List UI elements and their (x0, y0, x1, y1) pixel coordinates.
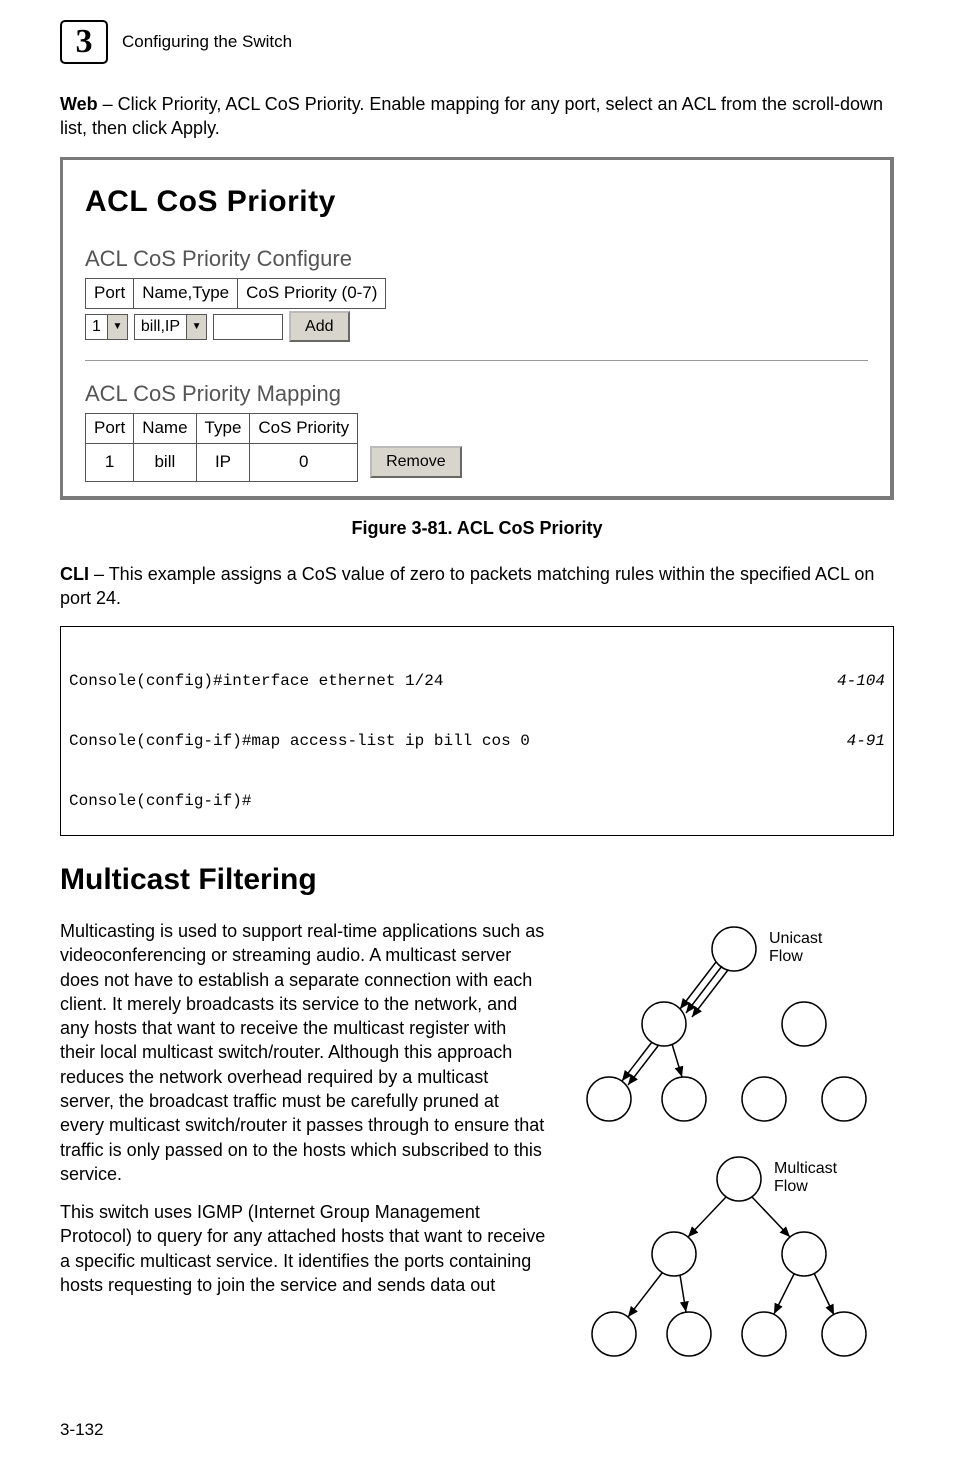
para-1: Multicasting is used to support real-tim… (60, 919, 546, 1186)
chapter-badge: 3 (60, 20, 108, 64)
port-select-value: 1 (86, 315, 107, 339)
code-l3: Console(config-if)# (69, 791, 251, 811)
intro-cli-bold: CLI (60, 564, 89, 584)
map-cell-action: Remove (358, 443, 470, 481)
figure-caption: Figure 3-81. ACL CoS Priority (60, 516, 894, 540)
flow-diagram: Unicast Flow Multicast Flow (564, 919, 894, 1389)
nametype-select-value: bill,IP (135, 315, 186, 339)
chapter-title: Configuring the Switch (122, 31, 292, 54)
map-hdr-cos: CoS Priority (250, 414, 358, 444)
intro-cli-text: – This example assigns a CoS value of ze… (60, 564, 874, 608)
intro-web-text: – Click Priority, ACL CoS Priority. Enab… (60, 94, 883, 138)
mapping-row: 1 bill IP 0 Remove (86, 443, 470, 481)
map-hdr-type: Type (196, 414, 250, 444)
configure-controls: 1 ▼ bill,IP ▼ Add (85, 311, 868, 343)
unicast-label-2: Flow (769, 948, 803, 965)
add-button[interactable]: Add (289, 311, 349, 343)
screenshot-title: ACL CoS Priority (85, 182, 868, 223)
nametype-select[interactable]: bill,IP ▼ (134, 314, 207, 340)
page-number: 3-132 (60, 1419, 894, 1442)
code-l1: Console(config)#interface ethernet 1/24 (69, 671, 443, 691)
configure-heading: ACL CoS Priority Configure (85, 244, 868, 274)
remove-button[interactable]: Remove (370, 446, 462, 478)
right-column: Unicast Flow Multicast Flow (564, 919, 894, 1389)
map-cell-cos: 0 (250, 443, 358, 481)
cos-input[interactable] (213, 314, 283, 340)
para-2: This switch uses IGMP (Internet Group Ma… (60, 1200, 546, 1297)
multicast-label-2: Flow (774, 1178, 808, 1195)
map-hdr-port: Port (86, 414, 134, 444)
map-cell-port: 1 (86, 443, 134, 481)
multicast-label-1: Multicast (774, 1160, 838, 1177)
chevron-down-icon[interactable]: ▼ (107, 315, 127, 339)
code-block: Console(config)#interface ethernet 1/24 4… (60, 626, 894, 836)
cfg-hdr-cos: CoS Priority (0-7) (238, 278, 386, 308)
intro-web-bold: Web (60, 94, 98, 114)
unicast-label-1: Unicast (769, 930, 823, 947)
mapping-heading: ACL CoS Priority Mapping (85, 379, 868, 409)
cfg-hdr-nametype: Name,Type (134, 278, 238, 308)
map-hdr-name: Name (134, 414, 196, 444)
page-header: 3 Configuring the Switch (60, 20, 894, 64)
configure-table: Port Name,Type CoS Priority (0-7) (85, 278, 386, 309)
intro-web: Web – Click Priority, ACL CoS Priority. … (60, 92, 894, 141)
port-select[interactable]: 1 ▼ (85, 314, 128, 340)
code-l2: Console(config-if)#map access-list ip bi… (69, 731, 530, 751)
cfg-hdr-port: Port (86, 278, 134, 308)
code-r1: 4-104 (837, 671, 885, 691)
divider (85, 360, 868, 361)
section-heading: Multicast Filtering (60, 860, 894, 901)
screenshot-panel: ACL CoS Priority ACL CoS Priority Config… (60, 157, 894, 500)
chevron-down-icon[interactable]: ▼ (186, 315, 206, 339)
code-r2: 4-91 (847, 731, 885, 751)
configure-header-row: Port Name,Type CoS Priority (0-7) (86, 278, 386, 308)
mapping-table: Port Name Type CoS Priority 1 bill IP 0 … (85, 413, 470, 482)
map-cell-name: bill (134, 443, 196, 481)
map-cell-type: IP (196, 443, 250, 481)
intro-cli: CLI – This example assigns a CoS value o… (60, 562, 894, 611)
two-column-layout: Multicasting is used to support real-tim… (60, 919, 894, 1389)
left-column: Multicasting is used to support real-tim… (60, 919, 546, 1311)
mapping-header-row: Port Name Type CoS Priority (86, 414, 470, 444)
